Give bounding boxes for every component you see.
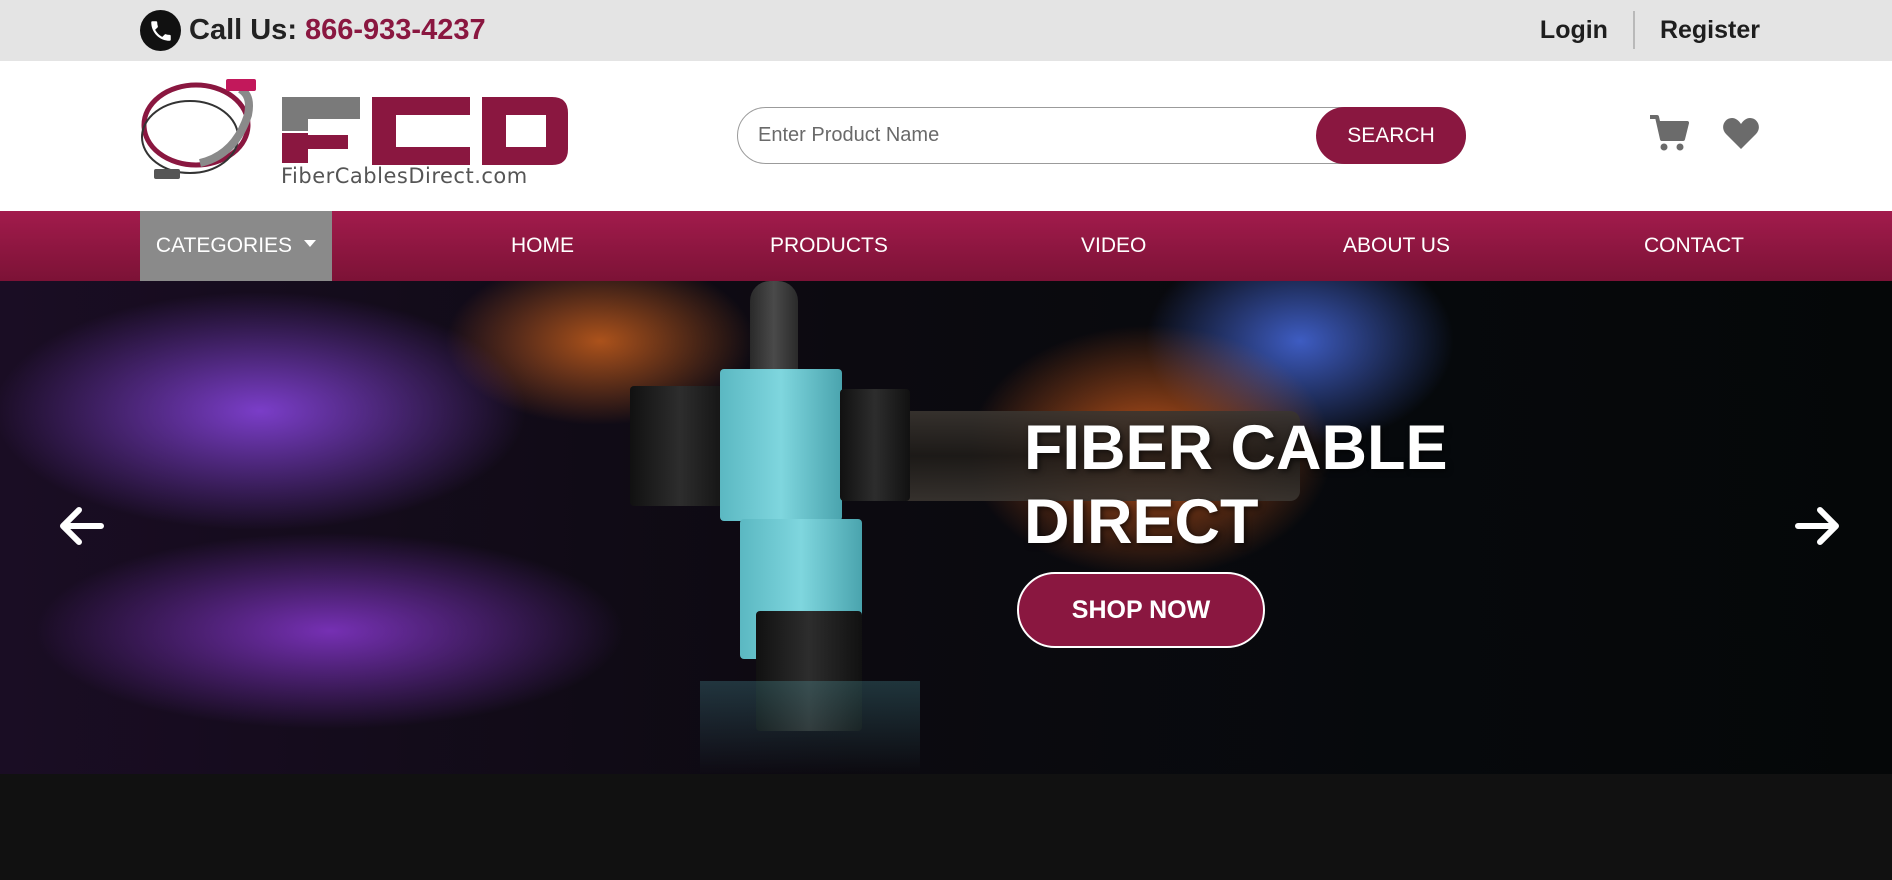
nav-item-home[interactable]: HOME [511, 211, 574, 281]
heart-icon[interactable] [1722, 116, 1760, 150]
phone-number-link[interactable]: 866-933-4237 [305, 14, 486, 47]
logo-subtext: FiberCablesDirect.com [281, 164, 528, 188]
nav-item-contact[interactable]: CONTACT [1644, 211, 1744, 281]
hero-title: FIBER CABLE DIRECT [1024, 411, 1544, 559]
categories-dropdown[interactable]: CATEGORIES [140, 211, 332, 281]
content-area [0, 774, 1892, 880]
top-bar: Call Us: 866-933-4237 Login Register [0, 0, 1892, 61]
hero-slider: FIBER CABLE DIRECT SHOP NOW [0, 281, 1892, 774]
site-header: FiberCablesDirect.com SEARCH [0, 61, 1892, 211]
call-label: Call Us: [189, 14, 297, 46]
search-bar: SEARCH [737, 107, 1466, 164]
arrow-right-icon[interactable] [1794, 504, 1842, 548]
hero-image [0, 281, 1892, 774]
hero-title-line2: DIRECT [1024, 487, 1259, 557]
site-logo[interactable]: FiberCablesDirect.com [140, 75, 580, 195]
arrow-left-icon[interactable] [57, 504, 105, 548]
cart-icon[interactable] [1648, 113, 1690, 153]
nav-item-about-us[interactable]: ABOUT US [1343, 211, 1450, 281]
categories-label: CATEGORIES [155, 234, 293, 257]
search-button[interactable]: SEARCH [1316, 107, 1466, 164]
main-nav: CATEGORIES HOME PRODUCTS VIDEO ABOUT US … [0, 211, 1892, 281]
auth-links: Login Register [1540, 10, 1760, 50]
phone-icon [140, 10, 181, 51]
caret-down-icon [304, 239, 317, 247]
auth-divider [1632, 11, 1635, 49]
shop-now-button[interactable]: SHOP NOW [1017, 572, 1265, 648]
call-us: Call Us: 866-933-4237 [140, 10, 486, 51]
search-input[interactable] [758, 108, 1308, 163]
nav-item-products[interactable]: PRODUCTS [770, 211, 888, 281]
hero-title-line1: FIBER CABLE [1024, 413, 1448, 483]
register-link[interactable]: Register [1660, 16, 1760, 45]
login-link[interactable]: Login [1540, 16, 1608, 45]
nav-item-video[interactable]: VIDEO [1081, 211, 1146, 281]
